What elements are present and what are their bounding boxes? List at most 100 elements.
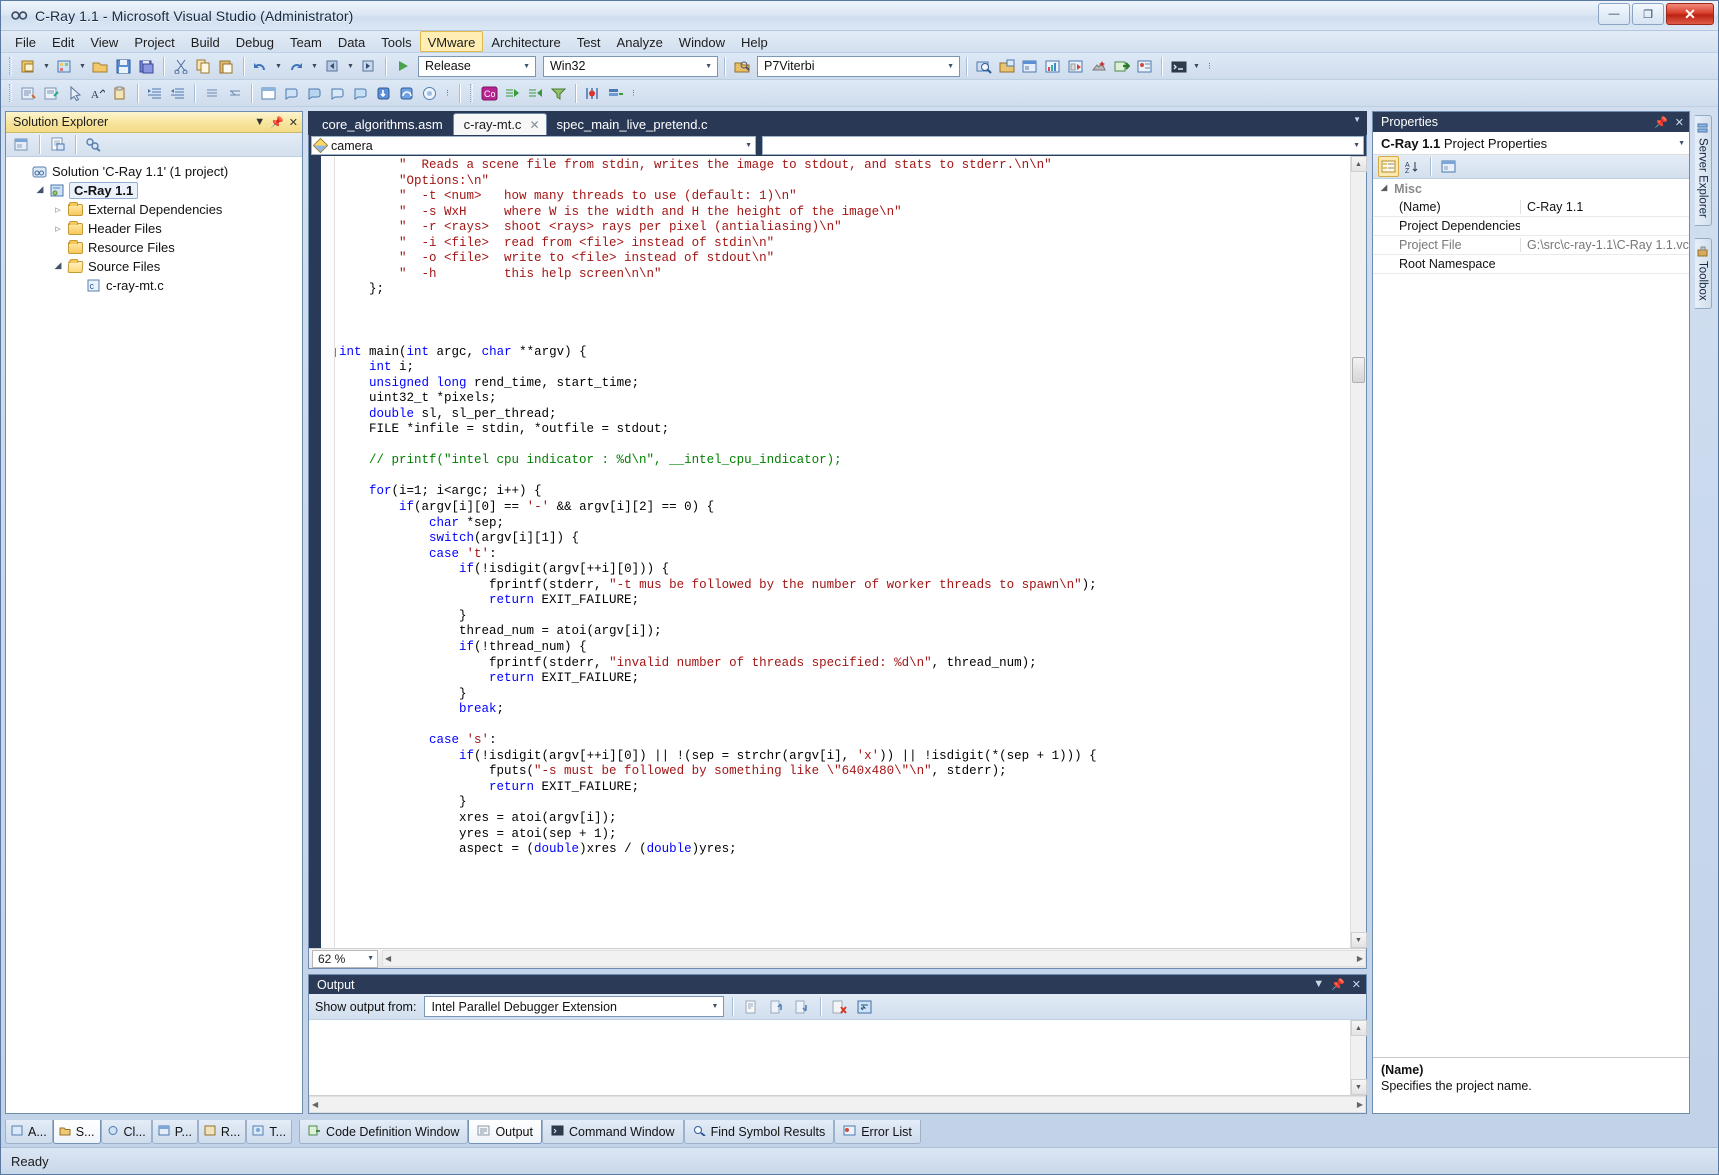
fold-collapse-icon[interactable]: -	[335, 347, 336, 357]
menu-window[interactable]: Window	[671, 31, 733, 52]
tab-spec-main-live-pretend-c[interactable]: spec_main_live_pretend.c	[547, 114, 718, 135]
menu-edit[interactable]: Edit	[44, 31, 82, 52]
toolbar-grip[interactable]	[9, 57, 12, 75]
code-definition-icon[interactable]	[1111, 56, 1132, 77]
editor-horizontal-scrollbar[interactable]: ◀ ▶	[382, 950, 1366, 967]
dock-tab-solution-explorer[interactable]: S...	[52, 1120, 101, 1144]
close-button[interactable]: ✕	[1666, 3, 1714, 25]
chevron-down-icon[interactable]: ▼	[254, 116, 265, 128]
navigate-backward-icon[interactable]	[322, 56, 343, 77]
step-over-icon[interactable]	[396, 83, 417, 104]
scroll-down-button[interactable]: ▼	[1350, 932, 1367, 948]
save-all-icon[interactable]	[136, 56, 157, 77]
toolbar-overflow-icon[interactable]: ⋮	[1204, 56, 1215, 77]
debug-toolbar-overflow-icon[interactable]: ⋮	[442, 83, 453, 104]
pin-icon[interactable]: 📌	[270, 116, 284, 129]
menu-tools[interactable]: Tools	[373, 31, 419, 52]
redo-icon[interactable]	[286, 56, 307, 77]
menu-analyze[interactable]: Analyze	[609, 31, 671, 52]
navigate-backward-dropdown-icon[interactable]: ▼	[345, 56, 356, 77]
menu-project[interactable]: Project	[126, 31, 182, 52]
dock-tab-output[interactable]: Output	[468, 1120, 542, 1144]
solution-platform-combo[interactable]: Win32 ▼	[543, 55, 718, 77]
solution-configuration-combo[interactable]: Release ▼	[418, 55, 536, 77]
property-row-project-dependencies[interactable]: Project Dependencies	[1373, 217, 1689, 236]
close-icon[interactable]: ✕	[1675, 116, 1684, 129]
close-icon[interactable]: ✕	[529, 118, 539, 132]
close-icon[interactable]: ✕	[1352, 978, 1361, 991]
menu-file[interactable]: File	[7, 31, 44, 52]
output-source-combo[interactable]: Intel Parallel Debugger Extension ▼	[424, 996, 725, 1017]
undo-icon[interactable]	[250, 56, 271, 77]
pin-icon[interactable]: 📌	[1331, 978, 1345, 991]
tree-item-source-files[interactable]: Source Files	[12, 257, 302, 276]
dock-tab-team-explorer[interactable]: T...	[246, 1120, 293, 1144]
start-analysis-icon[interactable]	[502, 83, 523, 104]
menu-vmware[interactable]: VMware	[419, 31, 484, 52]
twisty-open-icon[interactable]: ◢	[1381, 183, 1387, 192]
cut-icon[interactable]	[170, 56, 191, 77]
scroll-track[interactable]	[1351, 1036, 1367, 1079]
expand-all-icon[interactable]	[201, 83, 222, 104]
categorized-icon[interactable]	[1378, 156, 1399, 177]
copy-icon[interactable]	[193, 56, 214, 77]
properties-category-misc[interactable]: ◢ Misc	[1373, 179, 1689, 198]
alphabetical-icon[interactable]: AZ	[1402, 156, 1423, 177]
dock-tab-resource-view[interactable]: R...	[197, 1120, 247, 1144]
step-into-icon[interactable]	[373, 83, 394, 104]
scroll-thumb[interactable]	[1352, 357, 1365, 383]
scroll-up-button[interactable]: ▲	[1350, 156, 1367, 172]
properties-window-icon[interactable]	[1019, 56, 1040, 77]
tree-item-project[interactable]: C-Ray 1.1	[12, 181, 302, 200]
go-to-previous-icon[interactable]	[766, 996, 787, 1017]
toggle-word-wrap-icon[interactable]	[854, 996, 875, 1017]
new-project-icon[interactable]	[18, 56, 39, 77]
clipboard-ring-icon[interactable]	[110, 83, 131, 104]
scroll-left-button[interactable]: ◀	[312, 1100, 318, 1109]
property-row-name[interactable]: (Name) C-Ray 1.1	[1373, 198, 1689, 217]
tab-core-algorithms-asm[interactable]: core_algorithms.asm	[312, 114, 453, 135]
extension-manager-icon[interactable]	[1088, 56, 1109, 77]
increase-font-icon[interactable]: A	[87, 83, 108, 104]
menu-build[interactable]: Build	[183, 31, 228, 52]
clear-all-icon[interactable]	[829, 996, 850, 1017]
vtab-toolbox[interactable]: Toolbox	[1694, 237, 1712, 309]
property-value[interactable]: C-Ray 1.1	[1520, 200, 1689, 214]
paste-icon[interactable]	[216, 56, 237, 77]
member-combo[interactable]: ▼	[762, 136, 1364, 155]
watch-icon[interactable]	[304, 83, 325, 104]
tabstrip-dropdown-icon[interactable]: ▼	[1353, 115, 1361, 124]
output-vertical-scrollbar[interactable]: ▲ ▼	[1350, 1020, 1367, 1095]
scope-combo[interactable]: camera ▼	[311, 136, 756, 155]
scroll-down-button[interactable]: ▼	[1350, 1079, 1367, 1095]
outlining-margin[interactable]	[321, 156, 335, 948]
pointer-icon[interactable]	[64, 83, 85, 104]
add-new-item-icon[interactable]	[54, 56, 75, 77]
find-symbol-scope-icon[interactable]	[731, 56, 752, 77]
properties-icon[interactable]	[11, 134, 32, 155]
find-in-files-icon[interactable]	[973, 56, 994, 77]
source-code-text[interactable]: " Reads a scene file from stdin, writes …	[335, 156, 1350, 948]
thread-list-icon[interactable]	[605, 83, 626, 104]
scroll-right-button[interactable]: ▶	[1357, 1100, 1363, 1109]
find-combo[interactable]: P7Viterbi ▼	[757, 55, 960, 77]
find-message-icon[interactable]	[741, 996, 762, 1017]
locals-icon[interactable]	[350, 83, 371, 104]
menu-test[interactable]: Test	[569, 31, 609, 52]
tree-item-solution[interactable]: Solution 'C-Ray 1.1' (1 project)	[12, 162, 302, 181]
toolbar-grip[interactable]	[470, 84, 473, 102]
object-browser-icon[interactable]	[1042, 56, 1063, 77]
step-out-icon[interactable]	[419, 83, 440, 104]
tab-c-ray-mt-c[interactable]: c-ray-mt.c ✕	[452, 113, 547, 135]
view-class-diagram-icon[interactable]	[83, 134, 104, 155]
start-debugging-icon[interactable]	[392, 56, 413, 77]
autos-icon[interactable]	[327, 83, 348, 104]
amplifier-icon[interactable]: Co	[479, 83, 500, 104]
zoom-combo[interactable]: 62 % ▼	[312, 949, 378, 968]
property-row-project-file[interactable]: Project File G:\src\c-ray-1.1\C-Ray 1.1.…	[1373, 236, 1689, 255]
collapse-all-icon[interactable]	[224, 83, 245, 104]
twisty-closed-icon[interactable]	[50, 203, 66, 216]
dock-tab-class-view[interactable]: Cl...	[100, 1120, 152, 1144]
go-to-next-icon[interactable]	[791, 996, 812, 1017]
undo-dropdown-icon[interactable]: ▼	[273, 56, 284, 77]
